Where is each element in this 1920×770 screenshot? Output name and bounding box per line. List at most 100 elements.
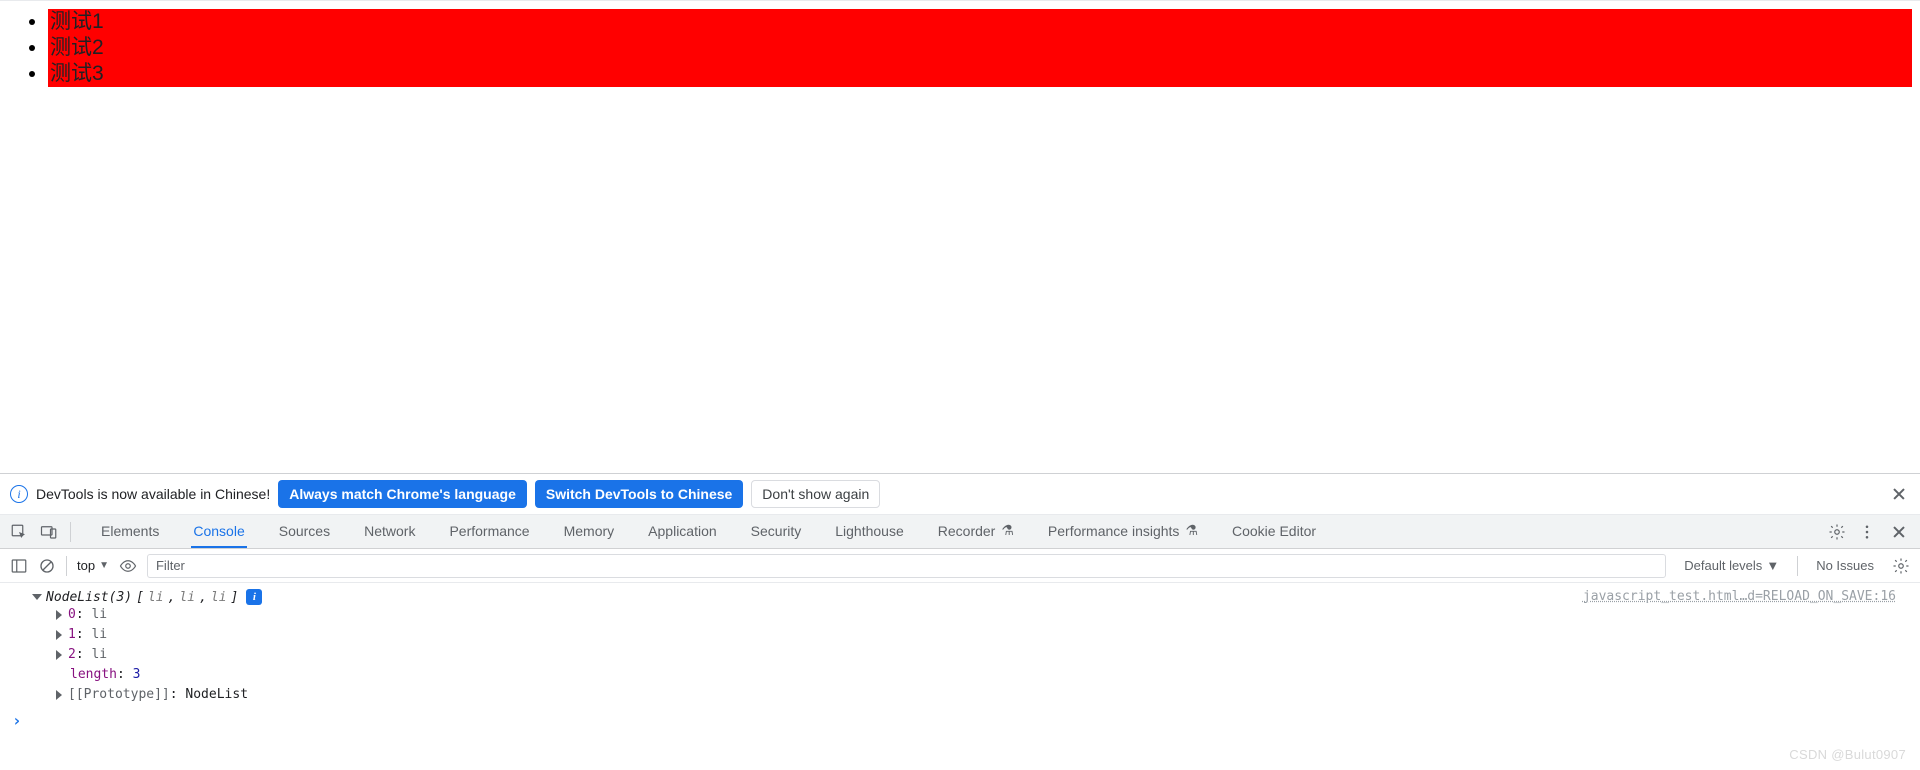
toggle-sidebar-icon[interactable] bbox=[10, 557, 28, 575]
tab-lighthouse[interactable]: Lighthouse bbox=[833, 515, 906, 548]
comma: , bbox=[168, 590, 176, 605]
context-picker[interactable]: top ▼ bbox=[77, 558, 109, 573]
bracket-close: ] bbox=[231, 590, 239, 605]
flask-icon: ⚗ bbox=[1001, 522, 1014, 539]
divider bbox=[1797, 556, 1798, 576]
tab-cookie-editor[interactable]: Cookie Editor bbox=[1230, 515, 1318, 548]
entry-key: 1 bbox=[68, 627, 76, 642]
entry-value: li bbox=[91, 607, 107, 622]
flask-icon: ⚗ bbox=[1185, 522, 1198, 539]
nodelist-entry[interactable]: 2: li bbox=[4, 645, 1583, 665]
dismiss-button[interactable]: Don't show again bbox=[751, 480, 880, 508]
element-picker-icon[interactable] bbox=[10, 523, 28, 541]
caret-right-icon[interactable] bbox=[56, 650, 62, 660]
devtools-tabs: Elements Console Sources Network Perform… bbox=[81, 515, 1818, 548]
console-body: NodeList(3) [ li, li, li ] i 0: li 1: li… bbox=[0, 583, 1920, 770]
tab-label: Network bbox=[364, 523, 415, 539]
caret-down-icon[interactable] bbox=[32, 594, 42, 600]
nodelist-entry[interactable]: 1: li bbox=[4, 625, 1583, 645]
tab-label: Security bbox=[751, 523, 802, 539]
page-viewport: 测试1 测试2 测试3 bbox=[0, 1, 1920, 95]
filter-input[interactable]: Filter bbox=[147, 554, 1666, 578]
watermark: CSDN @Bulut0907 bbox=[1789, 747, 1906, 762]
comma: , bbox=[199, 590, 207, 605]
tab-application[interactable]: Application bbox=[646, 515, 719, 548]
divider bbox=[70, 522, 71, 542]
chevron-down-icon: ▼ bbox=[1766, 558, 1779, 573]
tab-label: Performance insights bbox=[1048, 523, 1180, 539]
device-toggle-icon[interactable] bbox=[40, 523, 58, 541]
entry-value: li bbox=[91, 647, 107, 662]
log-levels-dropdown[interactable]: Default levels ▼ bbox=[1676, 558, 1787, 573]
info-badge-icon[interactable]: i bbox=[246, 589, 262, 605]
log-source-link[interactable]: javascript_test.html…d=RELOAD_ON_SAVE:16 bbox=[1583, 589, 1916, 604]
log-row: NodeList(3) [ li, li, li ] i 0: li 1: li… bbox=[4, 589, 1916, 705]
tab-sources[interactable]: Sources bbox=[277, 515, 332, 548]
length-label: length bbox=[70, 667, 117, 682]
caret-right-icon[interactable] bbox=[56, 630, 62, 640]
switch-language-button[interactable]: Switch DevTools to Chinese bbox=[535, 480, 743, 508]
settings-icon[interactable] bbox=[1828, 523, 1846, 541]
entry-key: 2 bbox=[68, 647, 76, 662]
console-settings-icon[interactable] bbox=[1892, 557, 1910, 575]
nodelist-entry[interactable]: 0: li bbox=[4, 605, 1583, 625]
list-item: 测试2 bbox=[48, 35, 1912, 61]
tabbar-trailing bbox=[1818, 515, 1920, 548]
close-devtools-icon[interactable] bbox=[1888, 521, 1910, 543]
devtools-infobar: i DevTools is now available in Chinese! … bbox=[0, 474, 1920, 515]
tabbar-leading bbox=[0, 515, 81, 548]
context-label: top bbox=[77, 558, 95, 573]
proto-value: NodeList bbox=[185, 687, 248, 702]
tab-label: Elements bbox=[101, 523, 159, 539]
devtools-tabbar: Elements Console Sources Network Perform… bbox=[0, 515, 1920, 549]
match-language-button[interactable]: Always match Chrome's language bbox=[278, 480, 527, 508]
tab-memory[interactable]: Memory bbox=[562, 515, 617, 548]
levels-label: Default levels bbox=[1684, 558, 1762, 573]
proto-label: [[Prototype]] bbox=[68, 687, 170, 702]
tab-label: Recorder bbox=[938, 523, 996, 539]
length-value: 3 bbox=[133, 667, 141, 682]
tab-label: Cookie Editor bbox=[1232, 523, 1316, 539]
caret-right-icon[interactable] bbox=[56, 690, 62, 700]
bracket-open: [ bbox=[136, 590, 144, 605]
tab-security[interactable]: Security bbox=[749, 515, 804, 548]
caret-right-icon[interactable] bbox=[56, 610, 62, 620]
entry-key: 0 bbox=[68, 607, 76, 622]
header-el: li bbox=[148, 590, 164, 605]
nodelist-header[interactable]: NodeList(3) [ li, li, li ] i bbox=[4, 589, 1583, 605]
tab-recorder[interactable]: Recorder ⚗ bbox=[936, 515, 1016, 548]
tab-label: Console bbox=[193, 523, 244, 539]
console-toolbar: top ▼ Filter Default levels ▼ No Issues bbox=[0, 549, 1920, 583]
list-item: 测试3 bbox=[48, 61, 1912, 87]
tab-label: Performance bbox=[449, 523, 529, 539]
tab-network[interactable]: Network bbox=[362, 515, 417, 548]
list-item: 测试1 bbox=[48, 9, 1912, 35]
live-expression-icon[interactable] bbox=[119, 557, 137, 575]
tab-console[interactable]: Console bbox=[191, 515, 246, 548]
close-icon[interactable] bbox=[1888, 483, 1910, 505]
info-icon: i bbox=[10, 485, 28, 503]
chevron-down-icon: ▼ bbox=[99, 560, 109, 571]
tab-elements[interactable]: Elements bbox=[99, 515, 161, 548]
nodelist-proto[interactable]: [[Prototype]]: NodeList bbox=[4, 685, 1583, 705]
nodelist-length: length: 3 bbox=[4, 665, 1583, 685]
tab-label: Sources bbox=[279, 523, 330, 539]
entry-value: li bbox=[91, 627, 107, 642]
devtools-panel: i DevTools is now available in Chinese! … bbox=[0, 473, 1920, 770]
log-main: NodeList(3) [ li, li, li ] i 0: li 1: li… bbox=[4, 589, 1583, 705]
tab-performance[interactable]: Performance bbox=[447, 515, 531, 548]
tab-performance-insights[interactable]: Performance insights ⚗ bbox=[1046, 515, 1200, 548]
infobar-message: DevTools is now available in Chinese! bbox=[36, 486, 270, 502]
filter-placeholder: Filter bbox=[156, 558, 185, 573]
tab-label: Memory bbox=[564, 523, 615, 539]
issues-count[interactable]: No Issues bbox=[1808, 558, 1882, 573]
header-el: li bbox=[211, 590, 227, 605]
clear-console-icon[interactable] bbox=[38, 557, 56, 575]
test-list: 测试1 测试2 测试3 bbox=[8, 9, 1912, 87]
console-prompt[interactable]: › bbox=[4, 705, 1916, 730]
nodelist-type: NodeList(3) bbox=[46, 590, 132, 605]
tab-label: Application bbox=[648, 523, 717, 539]
divider bbox=[66, 556, 67, 576]
header-el: li bbox=[179, 590, 195, 605]
more-icon[interactable] bbox=[1858, 523, 1876, 541]
